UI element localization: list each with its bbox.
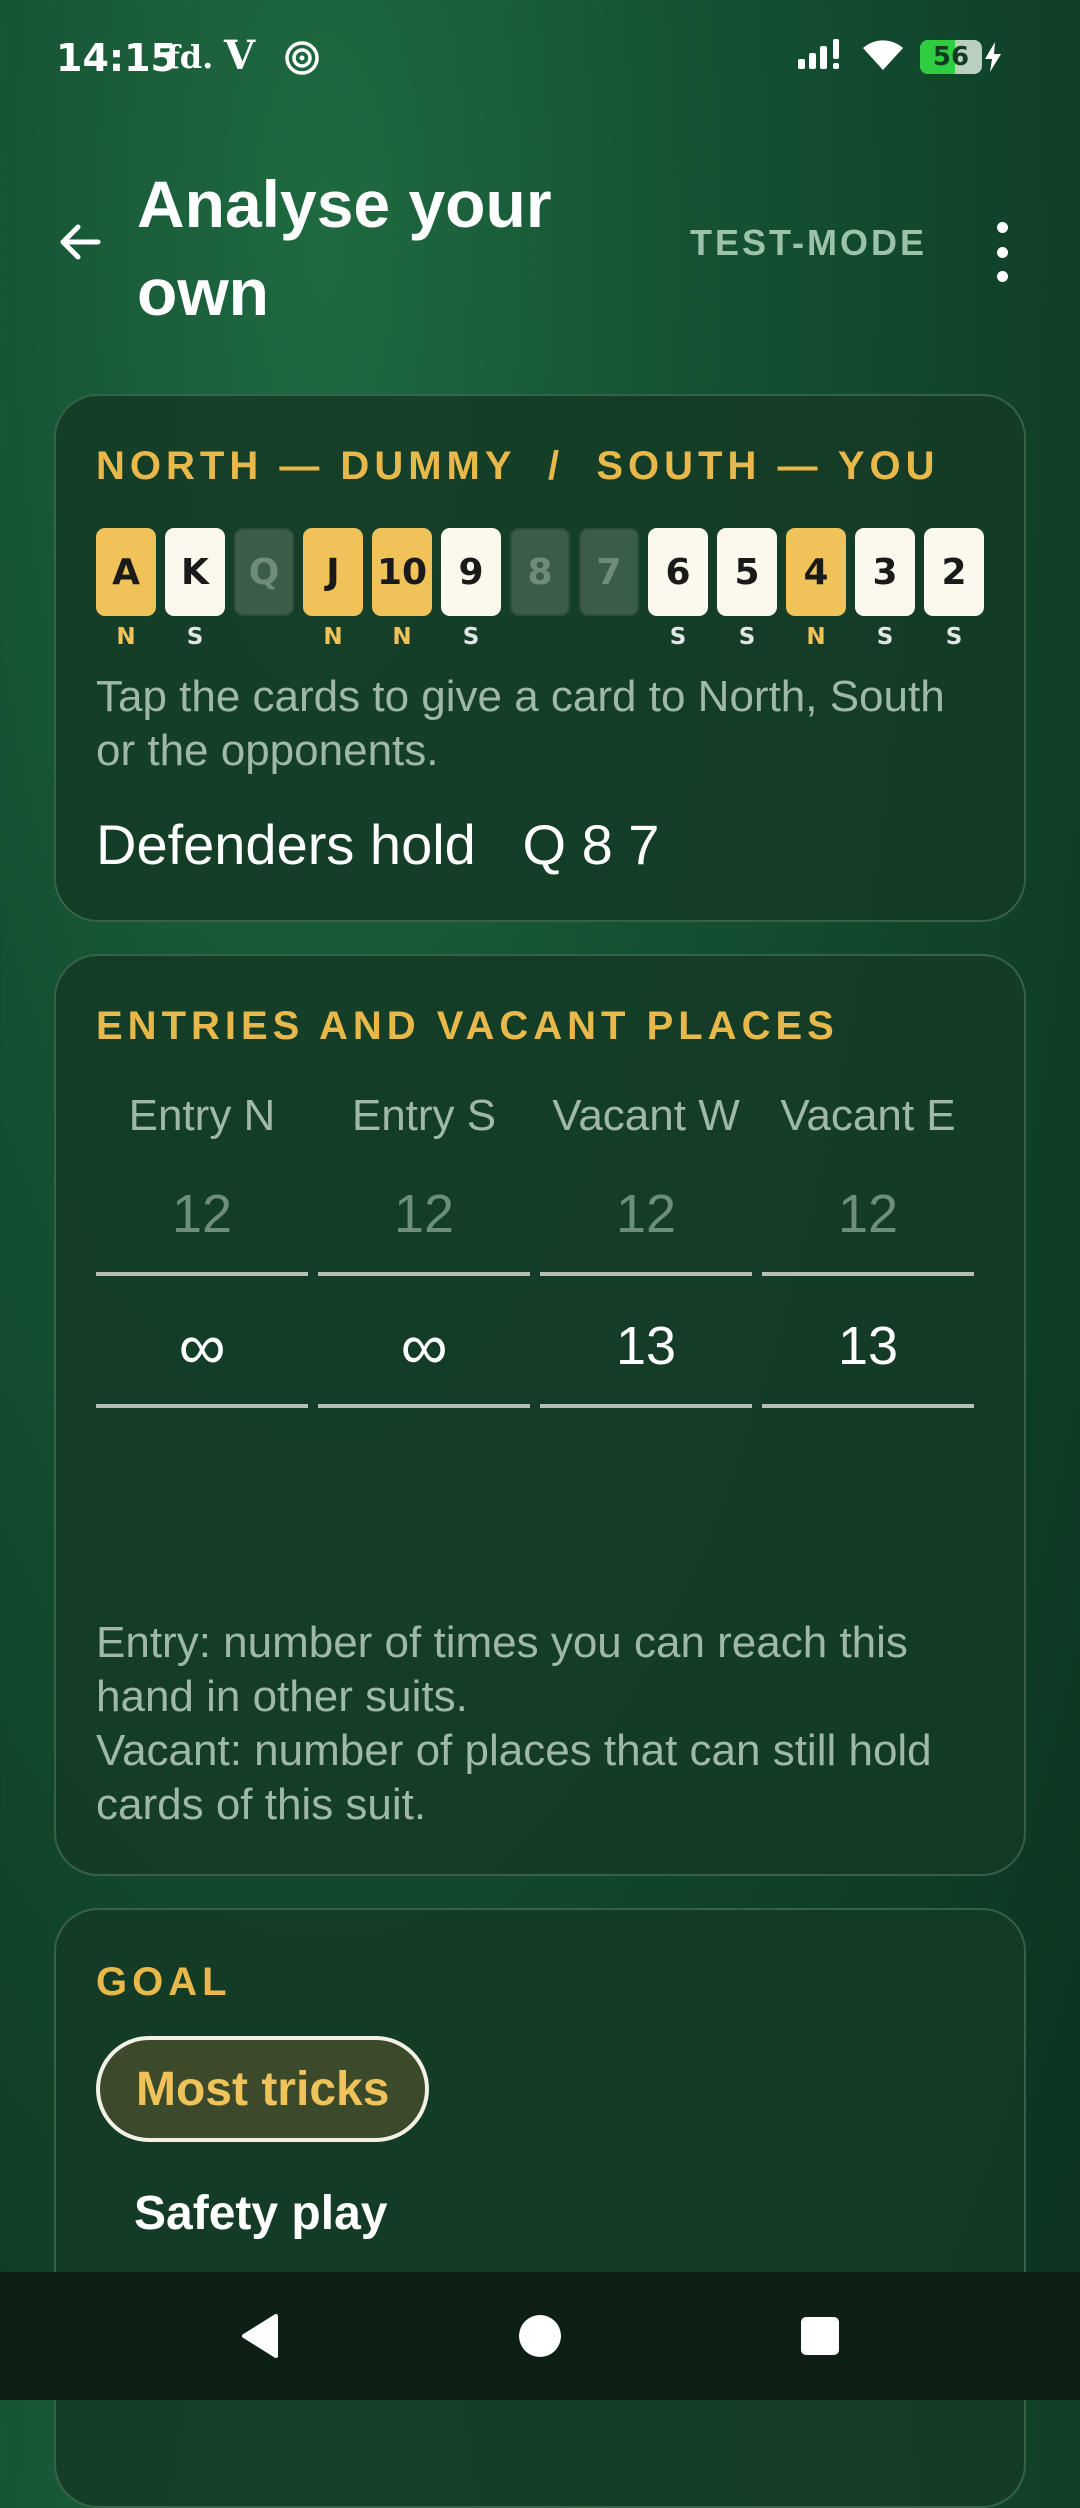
card-rank: 7 [596,551,622,593]
playing-card-4[interactable]: 4N [786,528,846,650]
entries-explanation: Entry: number of times you can reach thi… [96,1616,996,1832]
card-rank: 4 [803,551,829,593]
entries-heading: ENTRIES AND VACANT PLACES [96,1004,839,1048]
vacant-w-field[interactable]: 13 [540,1314,752,1378]
vacant-e-underline [762,1272,974,1276]
status-time: 14:15 [56,36,177,80]
vacant-e-label: Vacant E [780,1091,956,1140]
card-rank: 6 [665,551,691,593]
goal-heading: GOAL [96,1960,232,2004]
threads-icon [284,40,320,81]
arrow-left-icon [60,224,101,260]
playing-card-8[interactable]: 8 [510,528,570,616]
cell-signal-icon [796,37,846,76]
playing-card-J[interactable]: JN [303,528,363,650]
nav-back-button[interactable] [196,2272,324,2400]
battery-level: 56 [932,41,970,72]
back-button[interactable] [48,210,112,274]
card-rank: K [181,551,209,593]
card-rank: Q [248,551,280,593]
playing-card-3[interactable]: 3S [855,528,915,650]
card-owner-label: N [392,624,412,650]
battery-icon: 56 [920,39,1004,74]
playing-card-6[interactable]: 6S [648,528,708,650]
card-owner-label: S [876,624,894,650]
card-owner-label: N [323,624,343,650]
entry-n-underline [96,1272,308,1276]
entry-n-field-underline [96,1404,308,1408]
safety-play-option[interactable]: Safety play [134,2186,387,2241]
card-rank: 9 [458,551,484,593]
card-owner-label: S [462,624,480,650]
card-owner-label: S [669,624,687,650]
more-vert-icon [996,222,1008,233]
deal-heading: NORTH — DUMMY / SOUTH — YOU [96,444,940,488]
v-app-icon: V [224,32,256,79]
card-rank: J [326,551,340,593]
nav-back-icon [242,2314,278,2358]
card-rank: 2 [941,551,967,593]
playing-card-A[interactable]: AN [96,528,156,650]
navigation-bar [0,2272,1080,2400]
entry-s-field[interactable]: ∞ [318,1313,530,1379]
nav-recents-button[interactable] [756,2272,884,2400]
entry-s-underline [318,1272,530,1276]
card-rank: A [112,551,140,593]
entry-s-label: Entry S [351,1091,497,1140]
entry-n-label: Entry N [128,1091,276,1140]
card-rank: 3 [872,551,898,593]
deal-card: NORTH — DUMMY / SOUTH — YOU A N K S Q J N 10 N 9 S… [54,394,1026,922]
playing-card-Q[interactable]: Q [234,528,294,616]
card-row: A N K S Q J N 10 N 9 S 8 7 6 S 5 S 4 N 3 S 2 S [96,528,993,650]
card-rank: 10 [376,551,428,593]
status-indicators: 56 [796,36,1004,77]
page-title: Analyse your own [137,167,552,329]
entry-n-column: Entry N 12 ∞ [96,1086,308,1408]
card-owner-label: N [116,624,136,650]
vacant-e-column: Vacant E 12 13 [762,1086,974,1408]
playing-card-K[interactable]: KS [165,528,225,650]
entry-s-placeholder[interactable]: 12 [318,1182,530,1246]
card-rank: 5 [734,551,760,593]
card-owner-label: S [945,624,963,650]
goal-card: GOAL Most tricks Safety play [54,1908,1026,2508]
status-bar: 14:15 fd. V 56 [0,0,1080,118]
entry-n-placeholder[interactable]: 12 [96,1182,308,1246]
vacant-w-underline [540,1272,752,1276]
vacant-e-field-underline [762,1404,974,1408]
playing-card-2[interactable]: 2S [924,528,984,650]
entry-s-column: Entry S 12 ∞ [318,1086,530,1408]
vacant-w-column: Vacant W 12 13 [540,1086,752,1408]
nav-home-icon [519,2315,561,2357]
deal-hint: Tap the cards to give a card to North, S… [96,672,945,775]
entry-s-field-underline [318,1404,530,1408]
vacant-w-placeholder[interactable]: 12 [540,1182,752,1246]
test-mode-button[interactable]: TEST-MODE [690,222,927,264]
most-tricks-chip[interactable]: Most tricks [96,2036,430,2142]
entries-card: ENTRIES AND VACANT PLACES Entry N 12 ∞ E… [54,954,1026,1876]
card-owner-label: S [186,624,204,650]
more-options-button[interactable] [980,222,1024,282]
vacant-w-field-underline [540,1404,752,1408]
entry-n-field[interactable]: ∞ [96,1313,308,1379]
card-owner-label: S [738,624,756,650]
playing-card-5[interactable]: 5S [717,528,777,650]
wifi-icon [860,36,906,77]
vacant-e-placeholder[interactable]: 12 [762,1182,974,1246]
playing-card-10[interactable]: 10 N [372,528,432,650]
card-rank: 8 [527,551,553,593]
defenders-hold: Defenders hold Q 8 7 [96,813,660,876]
nav-recents-icon [801,2317,839,2355]
vacant-e-field[interactable]: 13 [762,1314,974,1378]
playing-card-9[interactable]: 9S [441,528,501,650]
fd-app-icon: fd. [166,38,214,76]
playing-card-7[interactable]: 7 [579,528,639,616]
nav-home-button[interactable] [476,2272,604,2400]
vacant-w-label: Vacant W [552,1091,740,1140]
card-owner-label: N [806,624,826,650]
vacant-explanation: Vacant: number of places that can still … [96,1726,932,1829]
entry-explanation: Entry: number of times you can reach thi… [96,1618,908,1721]
